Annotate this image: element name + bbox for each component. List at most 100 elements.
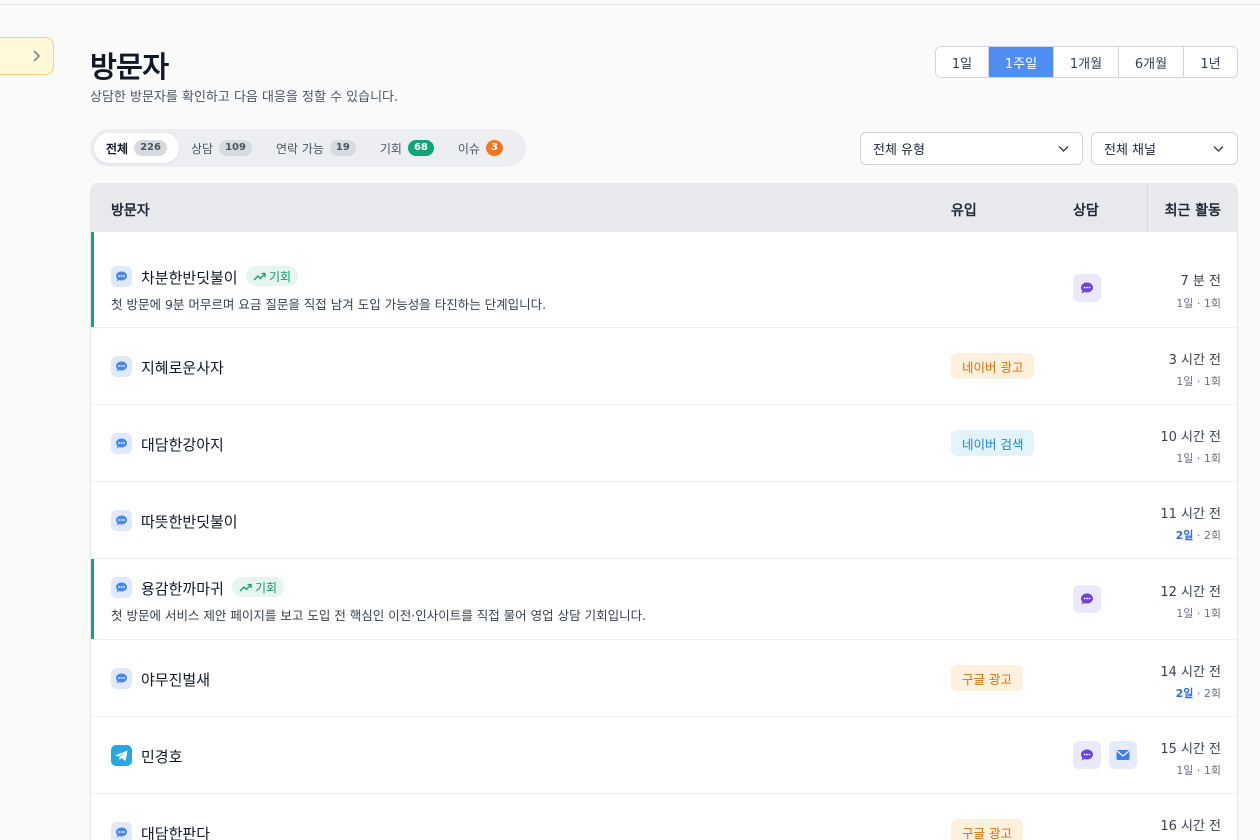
visit-days: 1일 (1176, 375, 1194, 388)
visit-count: 1회 (1203, 607, 1221, 620)
table-row[interactable]: 용감한까마귀 기회 첫 방문에 서비스 제안 페이지를 보고 도입 전 핵심인 … (91, 559, 1237, 640)
tab-label: 상담 (190, 141, 214, 156)
column-header-recent-activity[interactable]: 최근 활동 (1165, 200, 1221, 220)
visit-days: 1일 (1176, 607, 1194, 620)
range-1-year-button[interactable]: 1년 (1184, 47, 1237, 77)
mail-consult-button[interactable] (1109, 741, 1137, 769)
sidebar-expand-button[interactable] (0, 37, 54, 75)
tab-all[interactable]: 전체 226 (94, 133, 179, 163)
table-row[interactable]: 야무진벌새 구글 광고 14 시간 전 2일 · 2회 (91, 640, 1237, 717)
visit-count: 2회 (1203, 529, 1221, 542)
tab-issue[interactable]: 이슈 3 (446, 133, 515, 163)
table-row[interactable]: 민경호 15 시간 전 1일 · 1회 (91, 717, 1237, 794)
tab-label: 기회 (379, 141, 402, 156)
chat-icon (1080, 749, 1093, 761)
opportunity-label: 기회 (269, 269, 292, 284)
visit-count: 1회 (1203, 375, 1221, 388)
recent-activity-time: 15 시간 전 (1160, 742, 1221, 757)
column-header-consult: 상담 (1073, 203, 1099, 219)
type-filter-select[interactable]: 전체 유형 (860, 132, 1083, 165)
chevron-down-icon (1213, 146, 1224, 152)
tab-count-badge: 3 (485, 140, 503, 156)
visitor-name[interactable]: 대담한판다 (141, 823, 210, 840)
tab-label: 연락 가능 (275, 141, 324, 156)
chat-bubble-icon (111, 510, 132, 531)
chat-bubble-icon (111, 668, 132, 689)
range-1-day-button[interactable]: 1일 (936, 47, 989, 77)
recent-activity-time: 7 분 전 (1180, 274, 1221, 289)
mail-icon (1116, 750, 1130, 760)
visit-stats: 1일 · 1회 (1176, 375, 1221, 388)
page-title: 방문자 (90, 50, 169, 84)
type-filter-value: 전체 유형 (873, 143, 925, 158)
table-row[interactable]: 차분한반딧불이 기회 첫 방문에 9분 머무르며 요금 질문을 직접 남겨 도입… (91, 232, 1237, 328)
chat-consult-button[interactable] (1073, 585, 1101, 613)
filter-tabs: 전체 226 상담 109 연락 가능 19 기회 68 이슈 3 (90, 129, 526, 167)
source-badge: 구글 광고 (951, 665, 1023, 691)
opportunity-badge: 기회 (246, 266, 299, 286)
opportunity-label: 기회 (255, 580, 278, 595)
visit-stats: 1일 · 1회 (1176, 764, 1221, 777)
visit-count: 1회 (1203, 297, 1221, 310)
tab-count-badge: 109 (219, 140, 252, 156)
table-row[interactable]: 따뜻한반딧불이 11 시간 전 2일 · 2회 (91, 482, 1237, 559)
tab-label: 이슈 (457, 141, 480, 156)
visitor-description: 첫 방문에 9분 머무르며 요금 질문을 직접 남겨 도입 가능성을 타진하는 … (111, 297, 547, 312)
visit-count: 2회 (1203, 687, 1221, 700)
table-row[interactable]: 지혜로운사자 네이버 광고 3 시간 전 1일 · 1회 (91, 328, 1237, 405)
visitor-name[interactable]: 차분한반딧불이 (141, 267, 238, 288)
page-subtitle: 상담한 방문자를 확인하고 다음 대응을 정할 수 있습니다. (90, 90, 399, 105)
column-header-source: 유입 (951, 203, 977, 219)
chat-consult-button[interactable] (1073, 274, 1101, 302)
recent-activity-time: 14 시간 전 (1160, 665, 1221, 680)
chat-consult-button[interactable] (1073, 741, 1101, 769)
visit-stats: 1일 · 1회 (1176, 452, 1221, 465)
visit-stats: 2일 · 2회 (1175, 687, 1221, 700)
tab-count-badge: 68 (407, 140, 434, 156)
visitor-name[interactable]: 지혜로운사자 (141, 357, 224, 378)
recent-activity-time: 11 시간 전 (1160, 507, 1221, 522)
chat-bubble-icon (111, 356, 132, 377)
telegram-icon (111, 745, 132, 766)
column-divider (1147, 184, 1148, 232)
visit-days: 2일 (1175, 529, 1194, 542)
opportunity-badge: 기회 (232, 577, 285, 597)
channel-filter-select[interactable]: 전체 채널 (1091, 132, 1238, 165)
tab-count-badge: 226 (134, 140, 167, 156)
trending-up-icon (239, 583, 252, 591)
visitor-name[interactable]: 야무진벌새 (141, 669, 210, 690)
recent-activity-time: 3 시간 전 (1168, 353, 1221, 368)
visitor-name[interactable]: 대담한강아지 (141, 434, 224, 455)
visit-count: 1회 (1203, 452, 1221, 465)
visit-stats: 1일 · 1회 (1176, 607, 1221, 620)
range-6-month-button[interactable]: 6개월 (1119, 47, 1184, 77)
source-badge: 네이버 검색 (951, 430, 1035, 456)
chat-bubble-icon (111, 433, 132, 454)
chat-bubble-icon (111, 577, 132, 598)
tab-opportunity[interactable]: 기회 68 (368, 133, 446, 163)
chat-bubble-icon (111, 822, 132, 840)
range-1-month-button[interactable]: 1개월 (1054, 47, 1119, 77)
visitor-name[interactable]: 따뜻한반딧불이 (141, 511, 238, 532)
table-header: 방문자 유입 상담 최근 활동 (91, 184, 1237, 232)
tab-count-badge: 19 (329, 140, 356, 156)
tab-consult[interactable]: 상담 109 (179, 133, 264, 163)
source-badge: 구글 광고 (951, 819, 1023, 840)
visit-stats: 2일 · 2회 (1175, 529, 1221, 542)
recent-activity-time: 12 시간 전 (1160, 585, 1221, 600)
tab-label: 전체 (106, 141, 129, 156)
visit-days: 2일 (1175, 687, 1194, 700)
range-1-week-button[interactable]: 1주일 (989, 47, 1054, 77)
visitor-name[interactable]: 민경호 (141, 746, 182, 767)
visit-days: 1일 (1176, 452, 1194, 465)
chat-icon (1080, 282, 1093, 294)
table-row[interactable]: 대담한강아지 네이버 검색 10 시간 전 1일 · 1회 (91, 405, 1237, 482)
recent-activity-time: 16 시간 전 (1160, 819, 1221, 834)
visit-days: 1일 (1176, 297, 1194, 310)
chat-bubble-icon (111, 266, 132, 287)
table-row[interactable]: 대담한판다 구글 광고 16 시간 전 1일 · 1회 (91, 794, 1237, 840)
visit-count: 1회 (1203, 764, 1221, 777)
visitor-name[interactable]: 용감한까마귀 (141, 578, 224, 599)
tab-contactable[interactable]: 연락 가능 19 (264, 133, 368, 163)
visit-stats: 1일 · 1회 (1176, 297, 1221, 310)
